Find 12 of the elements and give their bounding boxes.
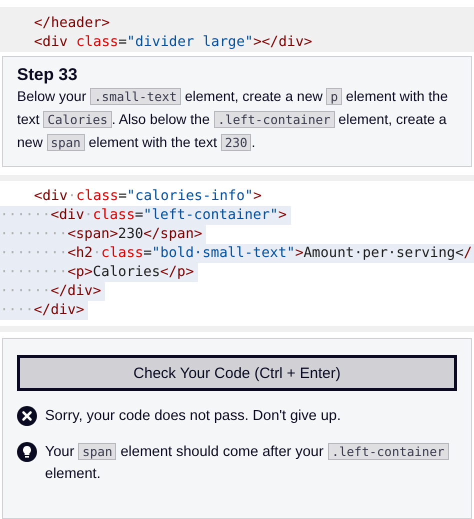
code-editor[interactable]: </header> <div class="divider large"></div> — [0, 7, 474, 52]
step-description: Below your .small-text element, create a new p element with the text Calories . Also below the .left-container element, create a new span element with the text 230 . — [17, 87, 449, 153]
feedback-message: Your span element should come after your .left-container element. — [45, 441, 457, 485]
code-line: <div·class="calories-info"> — [33, 187, 263, 206]
check-code-button[interactable]: Check Your Code (Ctrl + Enter) — [17, 355, 457, 391]
code-line: </header> — [34, 14, 111, 33]
step-title: Step 33 — [17, 65, 78, 85]
code-line: <div class="divider large"></div> — [34, 33, 314, 52]
feedback-message: Sorry, your code does not pass. Don't give up. — [45, 407, 341, 426]
lightbulb-icon — [17, 442, 37, 462]
code-editor[interactable]: <div·class="calories-info"> ······<div·class="left-container"> ········<span>230</span> ········<h2·class="bold·small-text">Amount·per·serving</ ········<p>Calories</p> ······</div> ····</div> — [0, 175, 474, 332]
error-icon — [17, 406, 37, 426]
